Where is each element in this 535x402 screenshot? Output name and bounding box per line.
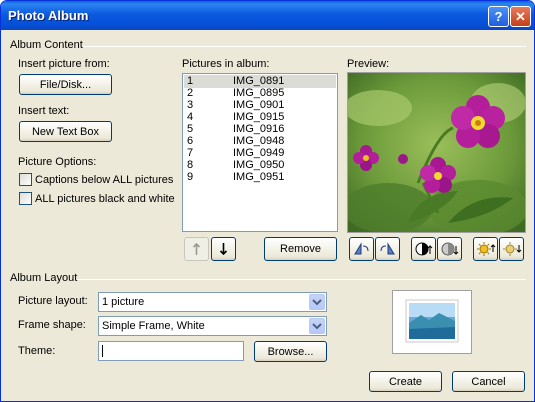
picture-name: IMG_0951 bbox=[233, 171, 285, 183]
picture-number: 9 bbox=[187, 171, 194, 183]
contrast-up-icon bbox=[415, 242, 433, 256]
cancel-button-label: Cancel bbox=[471, 375, 506, 388]
brightness-down-icon bbox=[503, 242, 522, 256]
photo-album-dialog: Photo Album ? ✕ Album Content Insert pic… bbox=[0, 0, 535, 402]
frame-shape-select[interactable]: Simple Frame, White bbox=[98, 316, 327, 336]
picture-number: 4 bbox=[187, 111, 194, 123]
captions-option-label[interactable]: Captions below ALL pictures bbox=[35, 174, 173, 186]
text-cursor bbox=[102, 345, 103, 357]
help-icon: ? bbox=[494, 9, 503, 24]
picture-number: 5 bbox=[187, 123, 194, 135]
flower-photo bbox=[343, 73, 528, 236]
less-brightness-button[interactable] bbox=[499, 237, 524, 261]
picture-name: IMG_0891 bbox=[233, 75, 285, 87]
preview-image bbox=[343, 72, 528, 236]
layout-preview-thumbnail bbox=[392, 290, 472, 354]
list-item[interactable]: 9 IMG_0951 bbox=[184, 171, 336, 184]
picture-name: IMG_0948 bbox=[233, 135, 285, 147]
rotate-right-icon bbox=[380, 242, 395, 255]
theme-input[interactable] bbox=[98, 341, 244, 361]
theme-label: Theme: bbox=[18, 345, 56, 357]
album-content-group-label: Album Content bbox=[10, 39, 83, 51]
create-button-label: Create bbox=[388, 375, 423, 388]
picture-name: IMG_0915 bbox=[233, 111, 285, 123]
move-up-button[interactable] bbox=[184, 237, 209, 261]
bw-option-label[interactable]: ALL pictures black and white bbox=[35, 193, 175, 205]
contrast-down-icon bbox=[441, 242, 459, 256]
pictures-in-album-label: Pictures in album: bbox=[182, 58, 270, 70]
chevron-down-icon[interactable] bbox=[309, 294, 325, 310]
picture-number: 3 bbox=[187, 99, 194, 111]
insert-text-label: Insert text: bbox=[18, 105, 70, 117]
browse-button[interactable]: Browse... bbox=[254, 341, 327, 362]
picture-name: IMG_0949 bbox=[233, 147, 285, 159]
album-content-separator bbox=[83, 46, 526, 47]
rotate-left-icon bbox=[354, 242, 369, 255]
frame-shape-value: Simple Frame, White bbox=[102, 320, 205, 332]
frame-shape-label: Frame shape: bbox=[18, 319, 86, 331]
picture-layout-value: 1 picture bbox=[102, 296, 145, 308]
preview-label: Preview: bbox=[347, 58, 390, 70]
chevron-down-icon[interactable] bbox=[309, 318, 325, 334]
more-brightness-button[interactable] bbox=[473, 237, 498, 261]
picture-number: 2 bbox=[187, 87, 194, 99]
picture-options-label: Picture Options: bbox=[18, 156, 97, 168]
rotate-right-button[interactable] bbox=[375, 237, 400, 261]
new-text-box-button-label: New Text Box bbox=[31, 125, 100, 138]
dialog-title: Photo Album bbox=[8, 8, 89, 23]
picture-name: IMG_0901 bbox=[233, 99, 285, 111]
create-button[interactable]: Create bbox=[369, 371, 442, 392]
cancel-button[interactable]: Cancel bbox=[452, 371, 525, 392]
pictures-list[interactable]: 1 IMG_0891 2 IMG_0895 3 IMG_0901 4 IMG_0915 5 IMG… bbox=[182, 73, 338, 232]
remove-button[interactable]: Remove bbox=[264, 237, 337, 261]
close-button[interactable]: ✕ bbox=[510, 6, 531, 27]
remove-button-label: Remove bbox=[280, 243, 321, 255]
move-down-button[interactable] bbox=[211, 237, 236, 261]
picture-layout-label: Picture layout: bbox=[18, 295, 88, 307]
new-text-box-button[interactable]: New Text Box bbox=[19, 121, 112, 142]
picture-layout-select[interactable]: 1 picture bbox=[98, 292, 327, 312]
picture-number: 8 bbox=[187, 159, 194, 171]
picture-name: IMG_0895 bbox=[233, 87, 285, 99]
title-bar[interactable]: Photo Album ? ✕ bbox=[1, 1, 534, 30]
album-layout-group-label: Album Layout bbox=[10, 272, 78, 284]
file-disk-button-label: File/Disk... bbox=[39, 78, 92, 91]
album-layout-separator bbox=[77, 279, 526, 280]
file-disk-button[interactable]: File/Disk... bbox=[19, 74, 112, 95]
rotate-left-button[interactable] bbox=[349, 237, 374, 261]
close-icon: ✕ bbox=[515, 9, 526, 24]
less-contrast-button[interactable] bbox=[437, 237, 462, 261]
picture-number: 6 bbox=[187, 135, 194, 147]
picture-name: IMG_0950 bbox=[233, 159, 285, 171]
browse-button-label: Browse... bbox=[267, 345, 314, 358]
picture-name: IMG_0916 bbox=[233, 123, 285, 135]
bw-checkbox[interactable] bbox=[19, 192, 32, 205]
brightness-up-icon bbox=[477, 242, 496, 256]
arrow-up-icon bbox=[192, 242, 201, 255]
help-button[interactable]: ? bbox=[488, 6, 509, 27]
captions-checkbox[interactable] bbox=[19, 173, 32, 186]
picture-number: 7 bbox=[187, 147, 194, 159]
insert-picture-label: Insert picture from: bbox=[18, 58, 110, 70]
picture-number: 1 bbox=[187, 75, 194, 87]
arrow-down-icon bbox=[219, 243, 228, 256]
more-contrast-button[interactable] bbox=[411, 237, 436, 261]
landscape-thumbnail-image bbox=[405, 299, 459, 343]
